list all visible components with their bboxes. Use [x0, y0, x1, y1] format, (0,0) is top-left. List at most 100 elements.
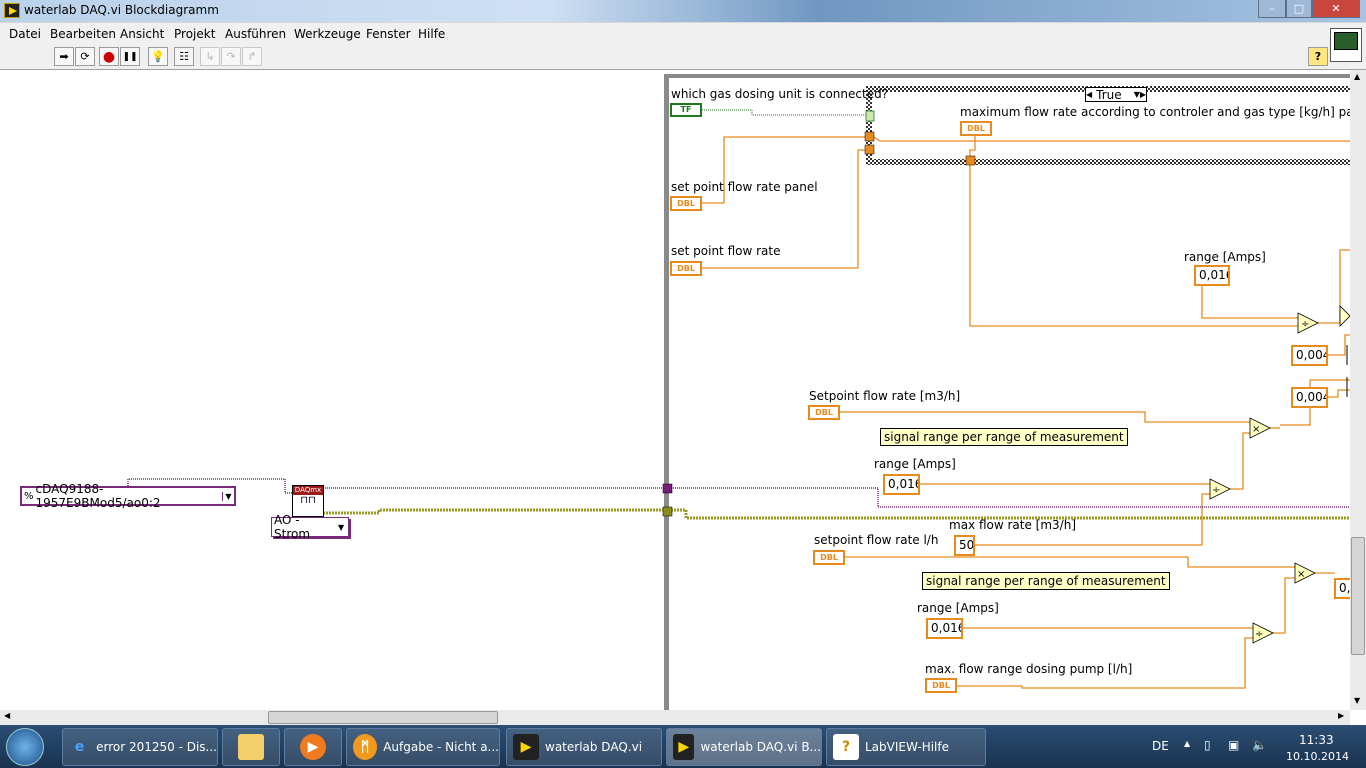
scroll-up-icon[interactable]: ▲ [1354, 72, 1360, 81]
close-button[interactable]: ✕ [1312, 0, 1360, 18]
offset-constant-1[interactable]: 0,004 [1291, 345, 1328, 366]
partial-constant[interactable]: 0, [1334, 578, 1350, 599]
dropdown-arrow-icon[interactable]: ▼ [338, 523, 348, 532]
horizontal-scrollbar[interactable]: ◀ ▶ [0, 710, 1350, 725]
range-amps-label-3: range [Amps] [917, 601, 999, 615]
daq-channel-constant[interactable]: % cDAQ9188-1957E9BMod5/ao0:2 ▼ [20, 482, 236, 510]
taskbar-item-waterlab-diagram[interactable]: ▶ waterlab DAQ.vi B... [666, 728, 822, 766]
app-icon: ᛗ [353, 734, 378, 760]
language-indicator[interactable]: DE [1152, 739, 1169, 753]
labview-vi-icon [4, 3, 20, 18]
menu-werkzeuge[interactable]: Werkzeuge [294, 27, 361, 41]
help-icon: ? [833, 734, 859, 760]
clock-time[interactable]: 11:33 [1299, 733, 1334, 747]
wire-offset-2b[interactable] [1309, 379, 1350, 387]
menu-fenster[interactable]: Fenster [366, 27, 411, 41]
start-button[interactable] [6, 728, 44, 766]
menu-bearbeiten[interactable]: Bearbeiten [50, 27, 116, 41]
menu-ansicht[interactable]: Ansicht [120, 27, 164, 41]
abort-button[interactable]: ● [99, 47, 119, 66]
step-over-button[interactable]: ↷ [221, 47, 241, 66]
svg-text:×: × [1252, 424, 1260, 435]
svg-text:÷: ÷ [1255, 629, 1263, 640]
folder-icon [238, 734, 264, 760]
max-pump-dbl-control[interactable]: DBL [925, 678, 957, 693]
max-flow-rate-dbl-control[interactable]: DBL [960, 121, 992, 136]
show-hidden-icons[interactable]: ▲ [1184, 739, 1190, 748]
set-point-label: set point flow rate [671, 244, 781, 258]
max-flow-m3h-label: max flow rate [m3/h] [949, 518, 1077, 532]
gas-unit-bool-control[interactable]: TF [670, 103, 702, 117]
block-diagram-canvas[interactable]: ÷ × ÷ × ÷ % cDAQ9188-1957E9BMod5/ao0:2 ▼ DA… [0, 70, 1350, 710]
wire-setpoint-lh[interactable] [844, 556, 1295, 568]
range-amps-constant-1[interactable]: 0,016 [1194, 265, 1230, 286]
case-selector-label[interactable]: ◀ True ▼▶ [1085, 87, 1147, 102]
setpoint-lh-dbl-control[interactable]: DBL [813, 550, 845, 565]
offset-constant-2[interactable]: 0,004 [1291, 387, 1328, 408]
horizontal-scroll-thumb[interactable] [268, 711, 498, 724]
run-button[interactable]: ➡ [54, 47, 74, 66]
multiply-node-0[interactable] [1339, 305, 1350, 327]
scroll-left-icon[interactable]: ◀ [4, 711, 10, 720]
set-point-dbl-control[interactable]: DBL [670, 261, 702, 276]
wire-div3-out[interactable] [1273, 577, 1295, 634]
labview-vi-icon: ▶ [673, 734, 695, 760]
sequence-frame-border[interactable] [664, 74, 669, 710]
wire-setpoint-m3h[interactable] [839, 411, 1250, 423]
volume-icon[interactable]: 🔈 [1252, 738, 1267, 752]
clock-date[interactable]: 10.10.2014 [1286, 750, 1349, 763]
pause-button[interactable]: ❚❚ [120, 47, 140, 66]
range-amps-constant-2[interactable]: 0,016 [883, 474, 920, 495]
case-tunnel-out [965, 155, 976, 166]
network-icon[interactable]: ▣ [1228, 738, 1239, 752]
menu-datei[interactable]: Datei [9, 27, 41, 41]
taskbar-item-waterlab-panel[interactable]: ▶ waterlab DAQ.vi [506, 728, 662, 766]
vertical-scrollbar[interactable]: ▲ ▼ [1350, 70, 1366, 710]
daq-task-wire[interactable] [323, 487, 1350, 508]
svg-text:÷: ÷ [1212, 485, 1220, 496]
retain-wire-values-button[interactable]: ☷ [174, 47, 194, 66]
boolean-wire[interactable] [702, 109, 866, 116]
maximize-button[interactable]: □ [1286, 0, 1312, 18]
scroll-down-icon[interactable]: ▼ [1354, 696, 1360, 705]
set-point-panel-dbl-control[interactable]: DBL [670, 196, 702, 211]
vertical-scroll-thumb[interactable] [1351, 537, 1365, 655]
internet-explorer-icon: e [74, 739, 85, 755]
taskbar-item-ie[interactable]: e error 201250 - Dis... [62, 728, 218, 766]
scroll-right-icon[interactable]: ▶ [1338, 711, 1344, 720]
wire-div2-out[interactable] [1230, 432, 1250, 490]
task-type-value: AO - Strom [274, 513, 311, 541]
run-continuously-button[interactable]: ⟳ [75, 47, 95, 66]
device-icon[interactable]: ▯ [1204, 738, 1211, 752]
max-flow-m3h-constant[interactable]: 50 [954, 535, 975, 556]
range-amps-constant-3[interactable]: 0,016 [926, 618, 963, 639]
menu-hilfe[interactable]: Hilfe [418, 27, 445, 41]
toolbar: ➡ ⟳ ● ❚❚ 💡 ☷ ↳ ↷ ↱ ? [0, 44, 1366, 70]
taskbar-item-labview-help[interactable]: ? LabVIEW-Hilfe [826, 728, 986, 766]
task-tunnel [662, 483, 673, 494]
menu-projekt[interactable]: Projekt [174, 27, 215, 41]
case-dropdown-icon[interactable]: ▼▶ [1134, 90, 1146, 99]
step-out-button[interactable]: ↱ [242, 47, 262, 66]
wire-range-1[interactable] [1201, 285, 1298, 319]
dropdown-arrow-icon[interactable]: ▼ [222, 491, 234, 501]
setpoint-m3h-dbl-control[interactable]: DBL [808, 405, 840, 420]
taskbar-item-aufgabe[interactable]: ᛗ Aufgabe - Nicht a... [346, 728, 500, 766]
error-wire[interactable] [323, 508, 1350, 520]
taskbar-item-media-player[interactable]: ▶ [284, 728, 342, 766]
context-help-button[interactable]: ? [1308, 47, 1328, 66]
task-type-selector[interactable]: AO - Strom ▼ [271, 513, 349, 541]
range-amps-label-1: range [Amps] [1184, 250, 1266, 264]
signal-range-comment-2: signal range per range of measurement [922, 572, 1170, 590]
step-into-button[interactable]: ↳ [200, 47, 220, 66]
highlight-execution-button[interactable]: 💡 [148, 47, 168, 66]
taskbar-item-explorer[interactable] [222, 728, 280, 766]
labview-vi-icon: ▶ [513, 734, 539, 760]
io-name-icon: % [24, 490, 34, 502]
wire-max-flow-out[interactable] [969, 165, 1298, 327]
menu-ausfuehren[interactable]: Ausführen [225, 27, 286, 41]
vi-connector-icon[interactable] [1330, 28, 1362, 62]
daqmx-node-header: DAQmx [293, 486, 323, 495]
minimize-button[interactable]: – [1258, 0, 1286, 18]
wire-offset-2c[interactable] [1280, 407, 1311, 426]
